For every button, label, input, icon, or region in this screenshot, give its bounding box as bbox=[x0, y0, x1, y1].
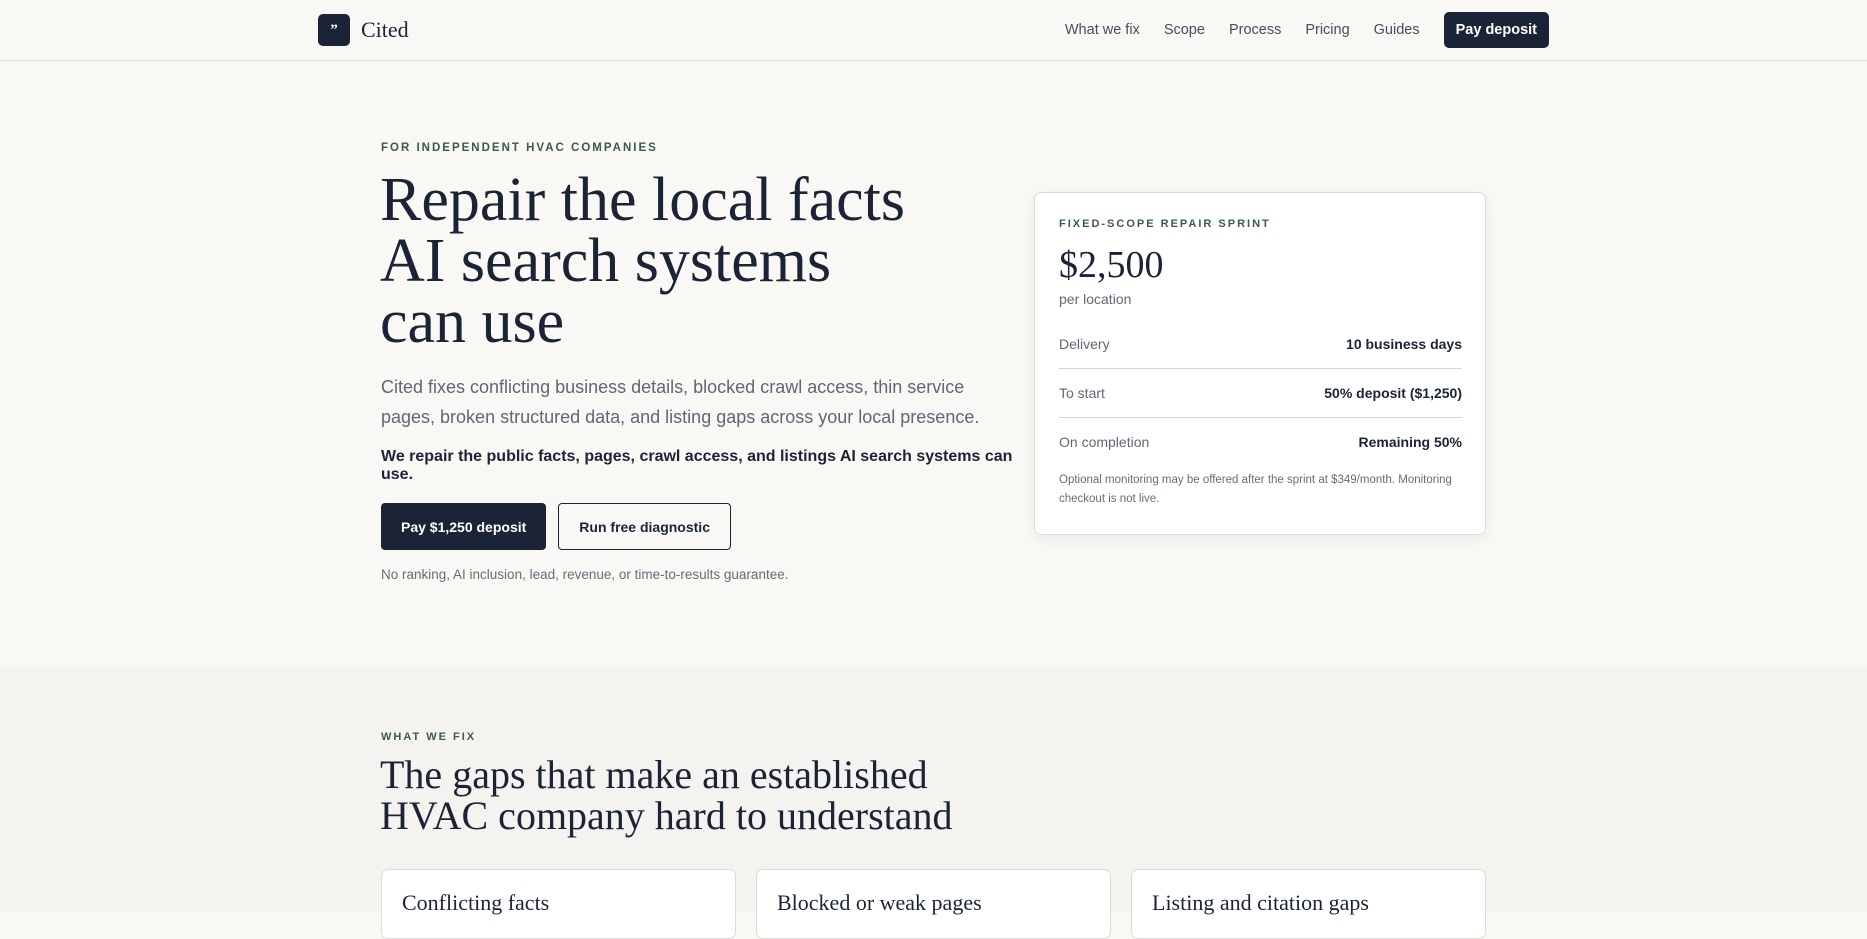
nav-links: What we fix Scope Process Pricing Guides… bbox=[1065, 12, 1549, 48]
monitoring-footnote: Optional monitoring may be offered after… bbox=[1059, 474, 1452, 505]
section-title-line-2: HVAC company hard to understand bbox=[380, 793, 953, 838]
pricing-row-on-completion: On completion Remaining 50% bbox=[1059, 417, 1462, 466]
fix-card-title: Conflicting facts bbox=[402, 890, 550, 915]
price-unit: per location bbox=[1059, 291, 1132, 307]
fix-card: Conflicting facts bbox=[381, 869, 736, 939]
hero-eyebrow: FOR INDEPENDENT HVAC COMPANIES bbox=[381, 142, 658, 154]
pricing-card-eyebrow: FIXED-SCOPE REPAIR SPRINT bbox=[1059, 218, 1271, 230]
pricing-row-value: 50% deposit ($1,250) bbox=[1324, 384, 1462, 401]
nav-link-pricing[interactable]: Pricing bbox=[1305, 22, 1349, 38]
brand-name: Cited bbox=[361, 17, 409, 42]
hero-title-line-2: AI search systems bbox=[380, 227, 832, 295]
what-we-fix-section: WHAT WE FIX The gaps that make an establ… bbox=[0, 665, 1867, 939]
top-navigation: ” Cited What we fix Scope Process Pricin… bbox=[0, 0, 1867, 61]
hero-value-statement: We repair the public facts, pages, crawl… bbox=[381, 448, 1013, 483]
pricing-row-delivery: Delivery 10 business days bbox=[1059, 319, 1462, 368]
hero-title-line-1: Repair the local facts bbox=[380, 166, 906, 234]
section-title-line-1: The gaps that make an established bbox=[380, 752, 928, 797]
pricing-row-label: To start bbox=[1059, 384, 1105, 401]
nav-link-process[interactable]: Process bbox=[1229, 22, 1281, 38]
pricing-row-value: Remaining 50% bbox=[1358, 433, 1462, 450]
fix-card-title: Blocked or weak pages bbox=[777, 890, 982, 915]
hero-subtitle: Cited fixes conflicting business details… bbox=[381, 377, 980, 427]
run-diagnostic-button[interactable]: Run free diagnostic bbox=[558, 503, 731, 550]
pricing-row-to-start: To start 50% deposit ($1,250) bbox=[1059, 368, 1462, 417]
nav-link-guides[interactable]: Guides bbox=[1374, 22, 1420, 38]
brand-logo[interactable]: ” Cited bbox=[318, 14, 409, 46]
section-title: The gaps that make an established HVAC c… bbox=[380, 754, 1060, 836]
fix-card: Blocked or weak pages bbox=[756, 869, 1111, 939]
section-eyebrow: WHAT WE FIX bbox=[381, 731, 477, 743]
hero-title-line-3: can use bbox=[380, 288, 565, 356]
guarantee-disclaimer: No ranking, AI inclusion, lead, revenue,… bbox=[381, 567, 789, 582]
nav-link-scope[interactable]: Scope bbox=[1164, 22, 1205, 38]
pricing-row-label: Delivery bbox=[1059, 335, 1110, 352]
quote-logo-icon: ” bbox=[318, 14, 350, 46]
price-amount: $2,500 bbox=[1059, 244, 1164, 286]
hero-actions: Pay $1,250 deposit Run free diagnostic bbox=[381, 503, 731, 550]
pricing-row-label: On completion bbox=[1059, 433, 1150, 450]
hero-title: Repair the local facts AI search systems… bbox=[380, 169, 1000, 356]
fix-card: Listing and citation gaps bbox=[1131, 869, 1486, 939]
pricing-row-value: 10 business days bbox=[1346, 335, 1462, 352]
pay-deposit-nav-button[interactable]: Pay deposit bbox=[1443, 12, 1549, 48]
fix-card-title: Listing and citation gaps bbox=[1152, 890, 1369, 915]
nav-link-what-we-fix[interactable]: What we fix bbox=[1065, 22, 1140, 38]
pricing-card: FIXED-SCOPE REPAIR SPRINT $2,500 per loc… bbox=[1034, 192, 1486, 535]
pay-deposit-button[interactable]: Pay $1,250 deposit bbox=[381, 503, 547, 550]
